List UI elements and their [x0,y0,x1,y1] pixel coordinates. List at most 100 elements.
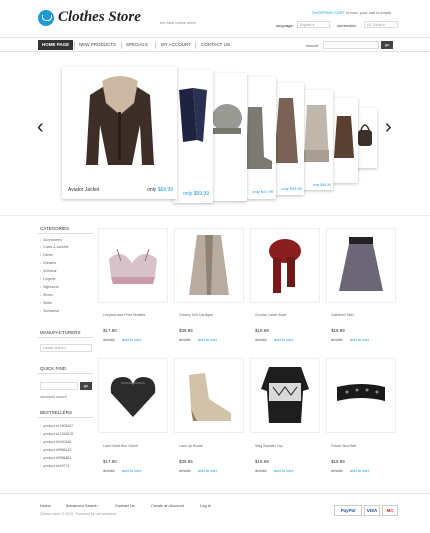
nav-home[interactable]: HOME PAGE [38,40,74,50]
slider-main-card[interactable]: Aviator Jacket only $69.99 [62,67,177,199]
slider-card[interactable]: only $59.99 [173,70,213,203]
cart-link[interactable]: SHOPPING CART [312,10,345,15]
details-link[interactable]: details [103,337,115,342]
search-button[interactable]: go [381,41,393,49]
add-to-cart-link[interactable]: add to cart [350,468,369,473]
slider-next-arrow[interactable]: › [385,117,392,137]
product-name[interactable]: Circular Cable Scarf [255,313,286,317]
slider-card[interactable]: only $49.99 [300,90,333,190]
footer-link-advanced-search[interactable]: Advanced Search [66,503,98,508]
details-link[interactable]: details [103,468,115,473]
gloves-image [179,88,207,142]
language-select[interactable]: English ▾ [297,21,330,28]
visa-icon: VISA [364,505,380,516]
product-image-cardigan[interactable] [174,228,244,303]
add-to-cart-link[interactable]: add to cart [274,337,293,342]
category-link[interactable]: Skirts [40,301,52,305]
slider-main-name: Aviator Jacket [68,187,100,193]
add-to-cart-link[interactable]: add to cart [122,468,141,473]
product-name[interactable]: Stag Sweater Top [255,444,283,448]
slider-card[interactable] [207,73,247,201]
quickfind-button[interactable]: go [80,382,92,390]
footer-link-login[interactable]: Log In [200,503,211,508]
product-image-skirt[interactable] [326,228,396,303]
language-value: English [300,23,312,27]
nav-my-account[interactable]: MY ACCOUNT [157,40,195,50]
coat-image [334,116,354,158]
currency-select[interactable]: US Dollar ▾ [364,21,398,28]
nav-specials[interactable]: SPECIALS [122,40,152,50]
category-link[interactable]: Coats & Jackets [40,245,68,249]
category-link[interactable]: Shoes [40,293,53,297]
footer-link-contact[interactable]: Contact Us [115,503,135,508]
product-price: $17.90 [103,328,117,333]
hat-image [212,104,242,134]
search-input[interactable] [323,41,379,49]
copyright: Clothes store © 2013 · Powered by osComm… [40,512,117,516]
product-image-sweater[interactable] [250,358,320,433]
product-image-bootie[interactable] [174,358,244,433]
bestseller-link[interactable]: product #9440466 [40,440,71,444]
slider-price: only $59.99 [183,191,209,197]
slider-card[interactable] [355,108,377,168]
advanced-search-link[interactable]: advanced search [40,395,67,399]
product-name[interactable]: Gathered Skirt [331,313,354,317]
add-to-cart-link[interactable]: add to cart [122,337,141,342]
product-name[interactable]: Leopard-lace Flora Bralette [103,313,145,317]
bestseller-link[interactable]: product #445774 [40,464,69,468]
nav-new-products[interactable]: NEW PRODUCTS [75,40,120,50]
nav-contact-us[interactable]: CONTACT US [197,40,234,50]
footer-divider [0,493,430,494]
bestseller-link[interactable]: product #9868443 [40,448,71,452]
details-link[interactable]: details [331,468,343,473]
bestseller-link[interactable]: product #12905467 [40,424,73,428]
bag-image [358,124,372,146]
logo-icon[interactable] [38,10,54,26]
slider-card[interactable] [330,98,358,183]
add-to-cart-link[interactable]: add to cart [350,337,369,342]
search-label: search: [306,43,320,48]
category-link[interactable]: Dresses [40,261,56,265]
details-link[interactable]: details [331,337,343,342]
product-price: $19.99 [331,328,345,333]
bestseller-link[interactable]: product #12345678 [40,432,73,436]
details-link[interactable]: details [255,468,267,473]
product-price: $19.69 [255,328,269,333]
language-label: language: [276,23,294,28]
category-link[interactable]: Nightwear [40,285,59,289]
product-image-belt[interactable] [326,358,396,433]
bestseller-link[interactable]: product #3956884 [40,456,71,460]
product-image-clutch[interactable] [98,358,168,433]
slider-price: only $49.99 [312,183,331,187]
manufacturers-select[interactable]: please select ▾ [40,344,92,352]
category-link[interactable]: Lingerie [40,277,55,281]
mastercard-icon: MC [382,505,398,516]
footer-link-create-account[interactable]: Create an Account [151,503,184,508]
cart-status-text: is now: your cart is empty [346,10,392,15]
details-link[interactable]: details [255,337,267,342]
product-name[interactable]: Chunky Knit Cardigan [179,313,213,317]
manufacturers-title: MANUFACTURERS [40,330,81,335]
quickfind-input[interactable] [40,382,78,390]
product-name[interactable]: Future Stud Belt [331,444,356,448]
product-image-scarf[interactable] [250,228,320,303]
product-price: $17.90 [103,459,117,464]
add-to-cart-link[interactable]: add to cart [198,468,217,473]
category-link[interactable]: Knitwear [40,269,57,273]
details-link[interactable]: details [179,468,191,473]
product-name[interactable]: Lace Heart Box Clutch [103,444,138,448]
category-link[interactable]: Accessories [40,238,62,242]
category-link[interactable]: Denim [40,253,53,257]
category-link[interactable]: Swimwear [40,309,59,313]
product-price: $19.69 [255,459,269,464]
details-link[interactable]: details [179,337,191,342]
footer-link-home[interactable]: Home [40,503,51,508]
add-to-cart-link[interactable]: add to cart [274,468,293,473]
slider-main-price: only $69.99 [147,187,173,193]
product-name[interactable]: Lace Up Bootie [179,444,203,448]
categories-title: CATEGORIES [40,226,70,231]
slider-prev-arrow[interactable]: ‹ [37,117,44,137]
logo-text[interactable]: Clothes Store [58,9,141,26]
add-to-cart-link[interactable]: add to cart [198,337,217,342]
product-image-bralette[interactable] [98,228,168,303]
